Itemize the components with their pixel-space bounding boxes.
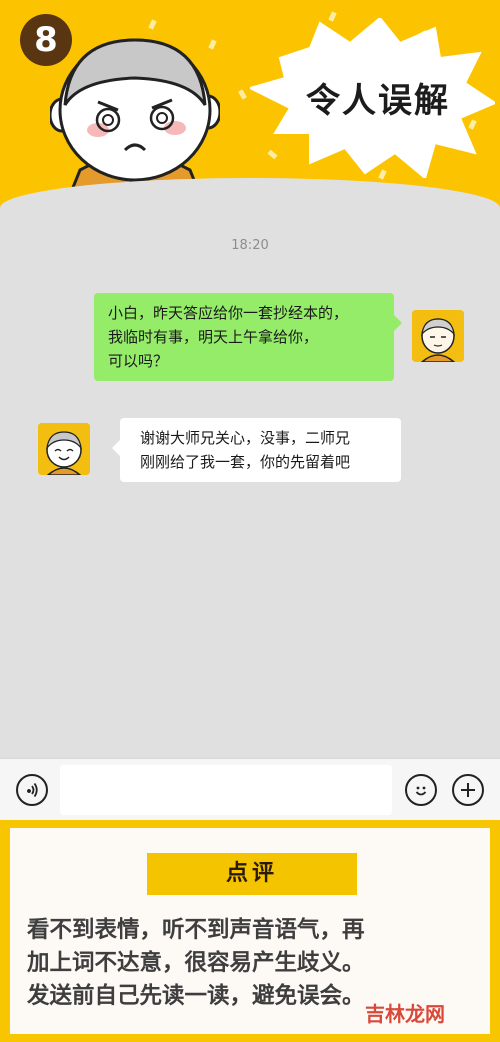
- message-line: 我临时有事，明天上午拿给你，: [108, 328, 319, 346]
- smiling-monk-avatar-icon: [38, 423, 90, 475]
- review-line: 看不到表情，听不到声音语气，再: [27, 917, 365, 943]
- voice-icon: [27, 782, 38, 798]
- plus-icon: [461, 783, 475, 797]
- confused-monk-illustration: [50, 38, 220, 195]
- message-text-input[interactable]: [60, 765, 392, 815]
- sender-avatar[interactable]: [412, 310, 464, 362]
- more-options-button[interactable]: [452, 774, 484, 806]
- contact-avatar[interactable]: [38, 423, 90, 475]
- outgoing-message-bubble[interactable]: 小白，昨天答应给你一套抄经本的， 我临时有事，明天上午拿给你， 可以吗？: [94, 293, 402, 381]
- header-title: 令人误解: [306, 81, 450, 121]
- review-tag: 点评: [147, 853, 357, 895]
- message-input-bar: [0, 758, 500, 820]
- confetti: [238, 89, 247, 100]
- calm-monk-avatar-icon: [412, 310, 464, 362]
- message-line: 刚刚给了我一套，你的先留着吧: [140, 453, 351, 471]
- review-line: 加上词不达意，很容易产生歧义。: [27, 950, 365, 976]
- site-watermark: 吉林龙网: [365, 1002, 445, 1026]
- message-line: 小白，昨天答应给你一套抄经本的，: [108, 304, 349, 322]
- incoming-message-bubble[interactable]: 谢谢大师兄关心，没事，二师兄 刚刚给了我一套，你的先留着吧: [112, 418, 401, 482]
- emoji-button[interactable]: [405, 774, 437, 806]
- emoji-icon: [415, 786, 427, 796]
- message-line: 谢谢大师兄关心，没事，二师兄: [140, 429, 351, 447]
- message-line: 可以吗？: [108, 352, 169, 370]
- message-timestamp: 18:20: [231, 238, 269, 253]
- voice-button[interactable]: [16, 774, 48, 806]
- chat-area[interactable]: 18:20 小白，昨天答应给你一套抄经本的， 我临时有事，明天上午拿给你， 可以…: [0, 178, 500, 758]
